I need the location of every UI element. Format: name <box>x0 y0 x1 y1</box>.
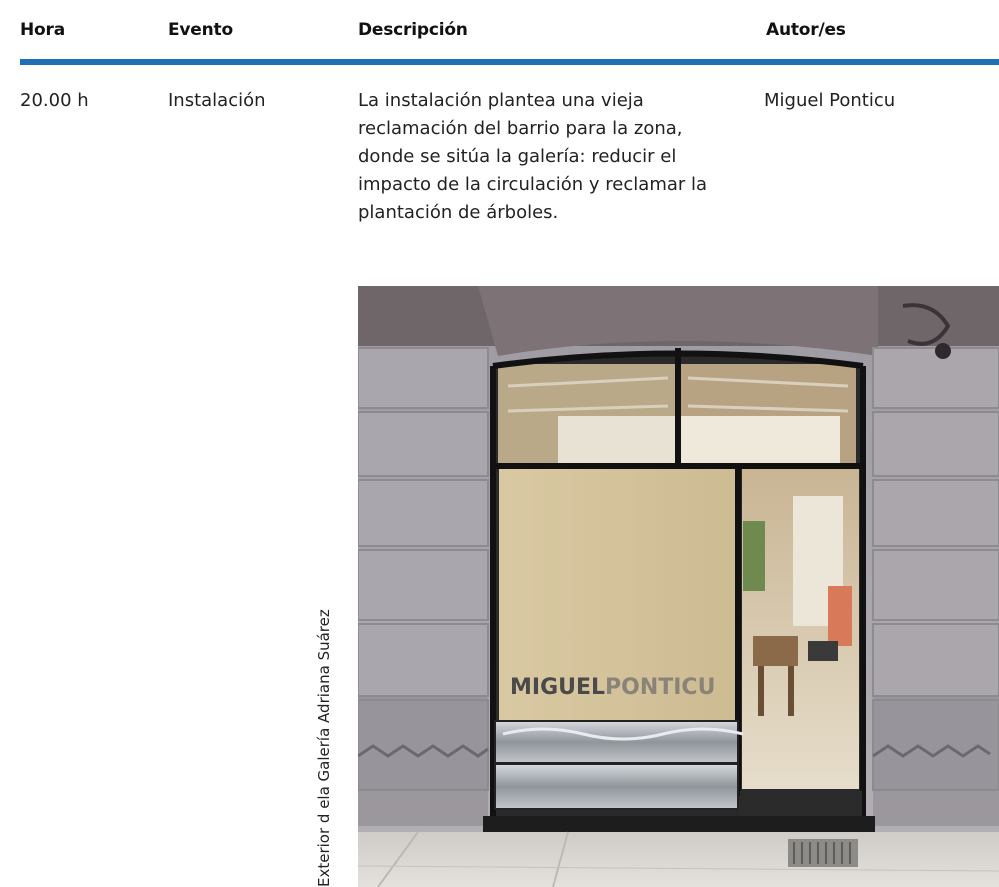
gallery-storefront-photo: MIGUEL PONTICU <box>358 286 999 887</box>
document-page: Hora Evento Descripción Autor/es 20.00 h… <box>0 0 999 887</box>
header-hora: Hora <box>20 20 65 40</box>
photo-caption: Exterior d ela Galería Adriana Suárez <box>315 609 333 887</box>
sign-text-second: PONTICU <box>605 675 715 700</box>
header-descripcion: Descripción <box>358 20 468 40</box>
header-autores: Autor/es <box>766 20 846 40</box>
sign-text-first: MIGUEL <box>510 675 605 700</box>
header-rule <box>20 59 999 65</box>
cell-evento: Instalación <box>168 90 266 111</box>
cell-descripcion: La instalación plantea una vieja reclama… <box>358 90 708 223</box>
cell-hora: 20.00 h <box>20 90 89 111</box>
header-evento: Evento <box>168 20 233 40</box>
cell-autores: Miguel Ponticu <box>764 90 896 111</box>
